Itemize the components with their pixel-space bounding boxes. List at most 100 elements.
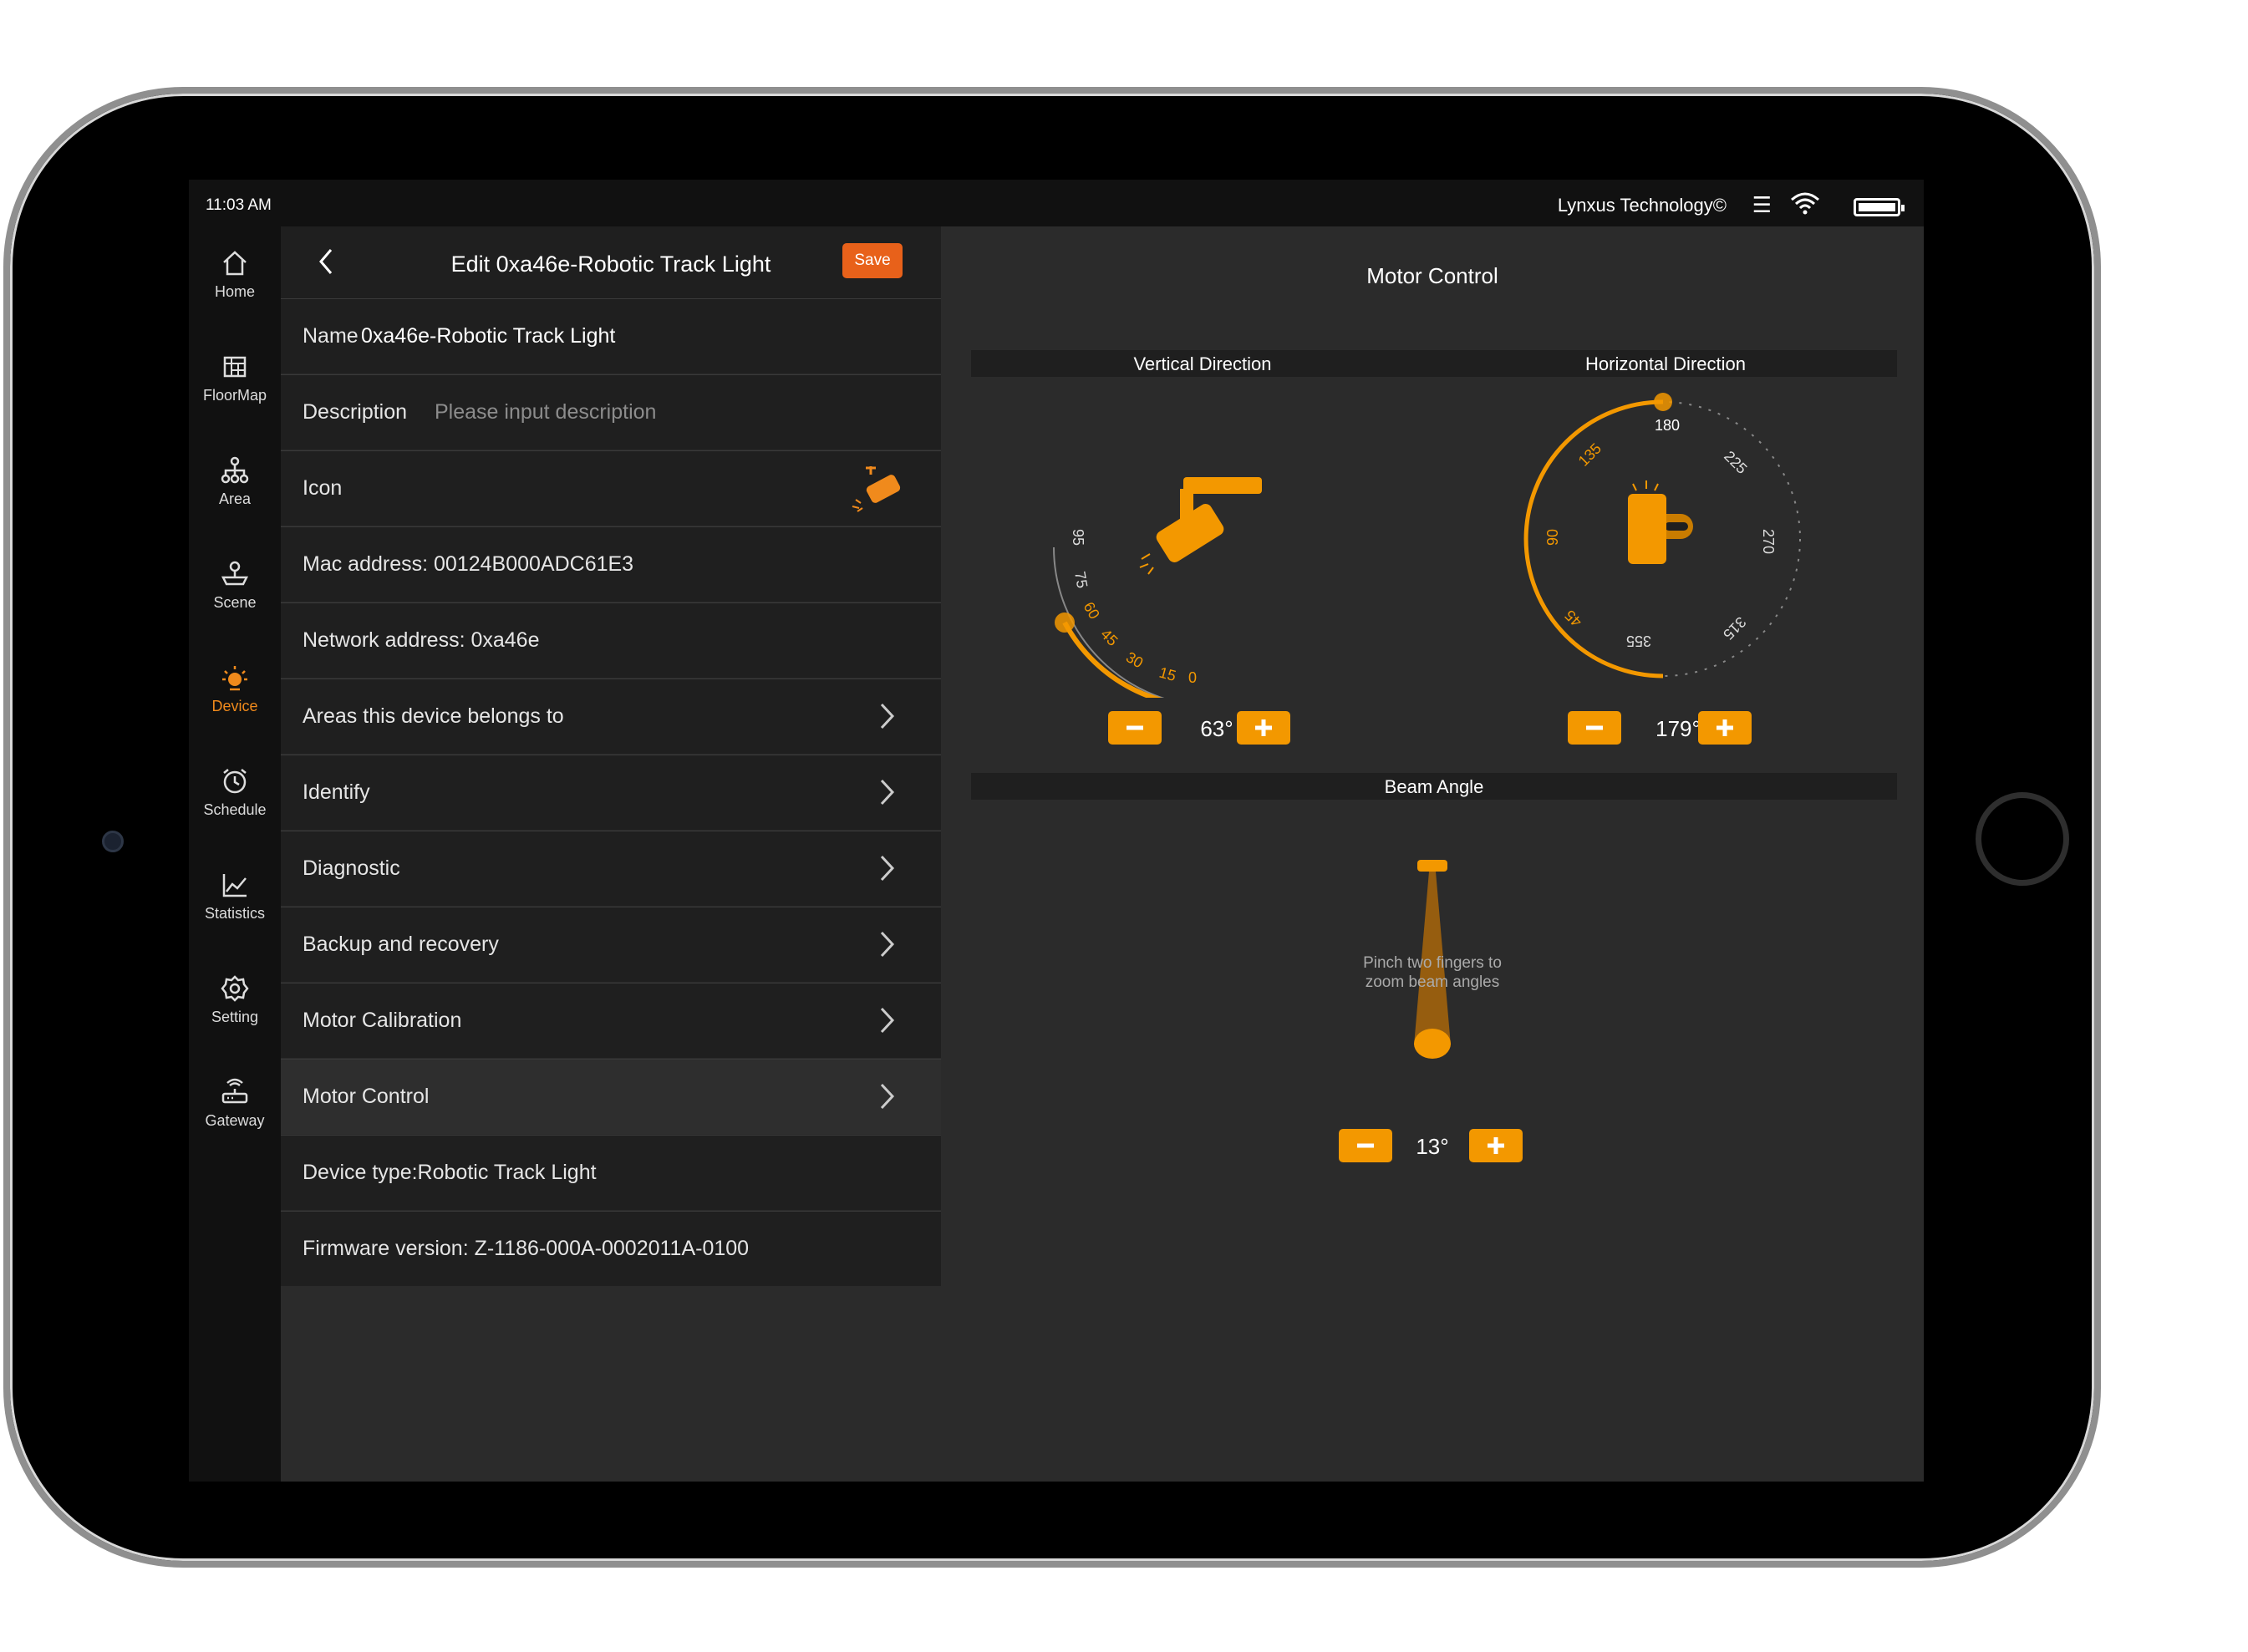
- statistics-icon: [222, 874, 247, 897]
- sidebar-item-label: Schedule: [203, 801, 267, 818]
- sidebar-item-label: Statistics: [204, 905, 266, 922]
- icon-row[interactable]: Icon: [281, 450, 941, 526]
- menu-row-label: Backup and recovery: [303, 933, 499, 956]
- horizontal-knob[interactable]: [1654, 393, 1672, 411]
- sidebar-item-label: Gateway: [205, 1112, 265, 1129]
- menu-row-label: Areas this device belongs to: [303, 704, 564, 728]
- menu-row-diagnostic[interactable]: Diagnostic: [281, 831, 941, 906]
- direction-section-bar: Vertical Direction Horizontal Direction: [971, 350, 1897, 377]
- floormap-icon: [223, 356, 247, 378]
- vertical-tick-label: 75: [1071, 570, 1091, 589]
- pinch-hint-line: Pinch two fingers to: [1363, 954, 1502, 972]
- menu-row-label: Identify: [303, 780, 370, 804]
- horizontal-tick-label: 90: [1544, 529, 1561, 546]
- motor-control-panel: Motor Control Vertical Direction Horizon…: [941, 226, 1924, 1482]
- network-address-row: Network address: 0xa46e: [281, 602, 941, 678]
- spotlight-slot: [1665, 522, 1688, 531]
- beam-decrease-button[interactable]: [1339, 1129, 1392, 1162]
- device-type-row: Device type:Robotic Track Light: [281, 1135, 941, 1210]
- status-bar: 11:03 AM Lynxus Technology© ☰: [189, 180, 1924, 226]
- device-type: Device type:Robotic Track Light: [303, 1161, 597, 1184]
- light-rays-icon: [1139, 553, 1154, 575]
- menu-row-backup[interactable]: Backup and recovery: [281, 907, 941, 982]
- chevron-right-icon: [880, 855, 895, 882]
- home-hardware-button[interactable]: [1976, 792, 2069, 886]
- firmware-row: Firmware version: Z-1186-000A-0002011A-0…: [281, 1211, 941, 1286]
- sidebar-item-statistics[interactable]: Statistics: [189, 858, 281, 958]
- chevron-right-icon: [880, 1007, 895, 1034]
- vertical-tick-label: 30: [1123, 648, 1146, 671]
- horizontal-direction-dial[interactable]: 180 225 270 315 355 45 90 135: [1514, 390, 1812, 688]
- sidebar-item-schedule[interactable]: Schedule: [189, 755, 281, 855]
- gateway-icon: [221, 1078, 248, 1104]
- horizontal-tick-label: 135: [1575, 440, 1605, 469]
- status-time: 11:03 AM: [206, 196, 272, 214]
- device-icon: [222, 666, 247, 691]
- sidebar-item-label: FloorMap: [202, 387, 267, 404]
- sidebar-item-gateway[interactable]: Gateway: [189, 1065, 281, 1166]
- device-editor-panel: Edit 0xa46e-Robotic Track Light Save Nam…: [281, 226, 941, 1482]
- home-icon: [223, 251, 247, 276]
- vertical-knob[interactable]: [1055, 613, 1075, 633]
- horizontal-tick-label: 315: [1720, 613, 1749, 643]
- track-mount: [1183, 477, 1262, 494]
- sidebar-item-area[interactable]: Area: [189, 444, 281, 544]
- spotlight-body-icon: [1628, 494, 1666, 564]
- light-rays-icon: [1632, 480, 1659, 491]
- chevron-right-icon: [880, 1083, 895, 1110]
- sidebar-item-floormap[interactable]: FloorMap: [189, 340, 281, 440]
- beam-angle-label: Beam Angle: [1384, 776, 1484, 797]
- horizontal-tick-label: 355: [1626, 633, 1651, 649]
- chevron-right-icon: [880, 779, 895, 806]
- sidebar-item-scene[interactable]: Scene: [189, 547, 281, 648]
- icon-label: Icon: [303, 476, 343, 500]
- menu-row-motor-calibration[interactable]: Motor Calibration: [281, 983, 941, 1058]
- vertical-decrease-button[interactable]: [1108, 711, 1162, 745]
- description-row[interactable]: Description Please input description: [281, 374, 941, 450]
- sidebar: Home FloorMap Area Scene Device Schedule…: [189, 226, 281, 1482]
- beam-fixture-icon: [1417, 860, 1447, 872]
- area-icon: [221, 456, 249, 484]
- network-address: Network address: 0xa46e: [303, 628, 540, 652]
- horizontal-tick-label: 45: [1562, 607, 1585, 630]
- horizontal-tick-label: 225: [1721, 448, 1750, 477]
- wifi-icon: [1791, 192, 1819, 215]
- mac-address: Mac address: 00124B000ADC61E3: [303, 552, 634, 576]
- menu-row-areas[interactable]: Areas this device belongs to: [281, 679, 941, 754]
- horizontal-decrease-button[interactable]: [1568, 711, 1621, 745]
- menu-row-motor-control[interactable]: Motor Control: [281, 1059, 941, 1134]
- firmware-version: Firmware version: Z-1186-000A-0002011A-0…: [303, 1237, 750, 1260]
- setting-icon: [221, 975, 249, 1002]
- vertical-direction-dial[interactable]: 95 75 60 45 30 15 0: [1041, 464, 1309, 698]
- menu-row-identify[interactable]: Identify: [281, 755, 941, 830]
- beam-increase-button[interactable]: [1469, 1129, 1523, 1162]
- menu-icon[interactable]: ☰: [1752, 194, 1772, 216]
- battery-icon: [1854, 198, 1905, 216]
- sidebar-item-home[interactable]: Home: [189, 236, 281, 337]
- menu-row-label: Motor Control: [303, 1085, 430, 1108]
- save-button[interactable]: Save: [842, 243, 903, 278]
- horizontal-tick-label: 270: [1760, 529, 1777, 554]
- status-brand: Lynxus Technology©: [1557, 195, 1727, 216]
- pinch-hint: Pinch two fingers to zoom beam angles: [1259, 953, 1606, 992]
- sidebar-item-label: Home: [214, 283, 255, 300]
- horizontal-tick-label: 180: [1655, 417, 1680, 434]
- chevron-right-icon: [880, 703, 895, 729]
- vertical-increase-button[interactable]: [1237, 711, 1290, 745]
- menu-row-label: Motor Calibration: [303, 1009, 462, 1032]
- horizontal-increase-button[interactable]: [1698, 711, 1752, 745]
- sidebar-item-label: Area: [218, 491, 252, 507]
- vertical-tick-label: 95: [1070, 529, 1086, 546]
- horizontal-direction-label: Horizontal Direction: [1585, 353, 1746, 374]
- pinch-hint-line: zoom beam angles: [1365, 973, 1500, 991]
- vertical-tick-label: 60: [1081, 599, 1103, 622]
- name-row[interactable]: Name 0xa46e-Robotic Track Light: [281, 298, 941, 374]
- beam-spot: [1414, 1029, 1451, 1059]
- sidebar-item-setting[interactable]: Setting: [189, 962, 281, 1062]
- front-camera: [102, 831, 124, 852]
- sidebar-item-device[interactable]: Device: [189, 651, 281, 751]
- name-field[interactable]: 0xa46e-Robotic Track Light: [361, 324, 615, 348]
- description-label: Description: [303, 400, 408, 424]
- track-light-icon[interactable]: [849, 463, 904, 515]
- description-field[interactable]: Please input description: [435, 400, 656, 424]
